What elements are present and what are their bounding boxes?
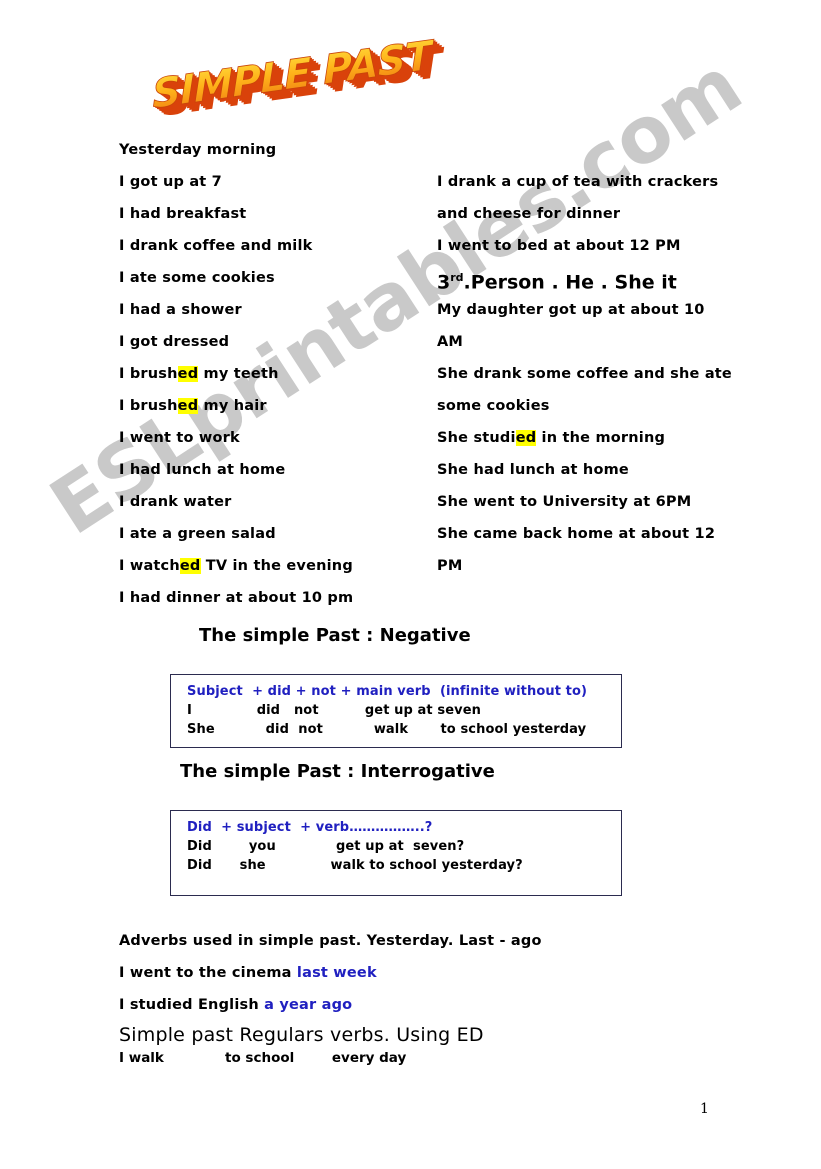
interrogative-formula-box: Did + subject + verb……………..? Did you get…: [170, 810, 622, 896]
list-item: I drank a cup of tea with crackers: [437, 174, 719, 190]
sentence-prefix: She studi: [437, 430, 516, 446]
list-item-highlighted: I brushed my teeth: [119, 358, 429, 390]
interrogative-example-row: Did you get up at seven?: [187, 839, 465, 854]
list-item: I had lunch at home: [119, 462, 286, 478]
adverbs-intro-line: Adverbs used in simple past. Yesterday. …: [119, 933, 542, 949]
third-person-heading: 3rd.Person . He . She it: [437, 262, 737, 294]
list-item: She had lunch at home: [437, 462, 629, 478]
ed-highlight: ed: [177, 366, 199, 382]
list-item: My daughter got up at about 10: [437, 302, 705, 318]
adverb-phrase-a-year-ago: a year ago: [264, 997, 353, 1013]
sentence-suffix: my hair: [198, 398, 267, 414]
interrogative-formula: Did + subject + verb……………..?: [187, 820, 433, 835]
adverbs-example-2: I studied English a year ago: [119, 989, 739, 1021]
list-item: I drank water: [119, 494, 232, 510]
list-item: I had breakfast: [119, 206, 247, 222]
left-column-heading: Yesterday morning: [119, 142, 277, 158]
list-item: I got dressed: [119, 334, 230, 350]
section-heading-negative: The simple Past : Negative: [199, 625, 471, 646]
interrogative-example-row: Did she walk to school yesterday?: [187, 858, 523, 873]
list-item: I ate a green salad: [119, 526, 276, 542]
adverbs-section: Adverbs used in simple past. Yesterday. …: [119, 925, 739, 1021]
adverbs-example-2-prefix: I studied English: [119, 997, 265, 1013]
sentence-prefix: I brush: [119, 398, 178, 414]
list-item: She came back home at about 12: [437, 526, 716, 542]
list-item: and cheese for dinner: [437, 206, 621, 222]
sentence-suffix: TV in the evening: [200, 558, 353, 574]
adverbs-example-1-prefix: I went to the cinema: [119, 965, 297, 981]
negative-example-row: I did not get up at seven: [187, 703, 481, 718]
list-item: I went to work: [119, 430, 240, 446]
list-item: I had dinner at about 10 pm: [119, 590, 354, 606]
list-item: some cookies: [437, 398, 550, 414]
list-item: PM: [437, 558, 463, 574]
list-item: She went to University at 6PM: [437, 494, 692, 510]
list-item: AM: [437, 334, 464, 350]
adverb-phrase-last-week: last week: [296, 965, 377, 981]
list-item: I went to bed at about 12 PM: [437, 238, 681, 254]
negative-example-row: She did not walk to school yesterday: [187, 722, 587, 737]
ordinal-suffix: rd: [450, 271, 464, 284]
section-heading-regulars-ed: Simple past Regulars verbs. Using ED: [119, 1024, 484, 1046]
ed-highlight: ed: [515, 430, 537, 446]
list-item: I had a shower: [119, 302, 242, 318]
negative-formula-box: Subject + did + not + main verb (infinit…: [170, 674, 622, 748]
sentence-prefix: I watch: [119, 558, 180, 574]
page-number: 1: [700, 1101, 709, 1117]
adverbs-example-1: I went to the cinema last week: [119, 957, 739, 989]
left-column-sentences: Yesterday morning I got up at 7 I had br…: [119, 134, 429, 614]
ordinal-number: 3: [437, 271, 451, 294]
section-heading-interrogative: The simple Past : Interrogative: [180, 761, 495, 782]
list-item-highlighted: She studied in the morning: [437, 422, 737, 454]
list-item: I drank coffee and milk: [119, 238, 313, 254]
title-logo-simple-past: SIMPLE PAST SIMPLE PAST SIMPLE PAST SIMP…: [145, 24, 445, 119]
sentence-suffix: my teeth: [198, 366, 279, 382]
regulars-example-row: I walk to school every day: [119, 1050, 407, 1066]
sentence-suffix: in the morning: [536, 430, 666, 446]
ed-highlight: ed: [179, 558, 201, 574]
list-item: I ate some cookies: [119, 270, 275, 286]
negative-formula: Subject + did + not + main verb (infinit…: [187, 684, 588, 699]
third-person-rest: .Person . He . She it: [463, 271, 677, 294]
list-item-highlighted: I brushed my hair: [119, 390, 429, 422]
right-column-sentences: I drank a cup of tea with crackers and c…: [437, 166, 737, 582]
worksheet-page: ESLprintables.com SIMPLE PAST SIMPLE PAS…: [0, 0, 821, 1169]
list-item: She drank some coffee and she ate: [437, 366, 732, 382]
list-item: I got up at 7: [119, 174, 222, 190]
list-item-highlighted: I watched TV in the evening: [119, 550, 429, 582]
ed-highlight: ed: [177, 398, 199, 414]
sentence-prefix: I brush: [119, 366, 178, 382]
